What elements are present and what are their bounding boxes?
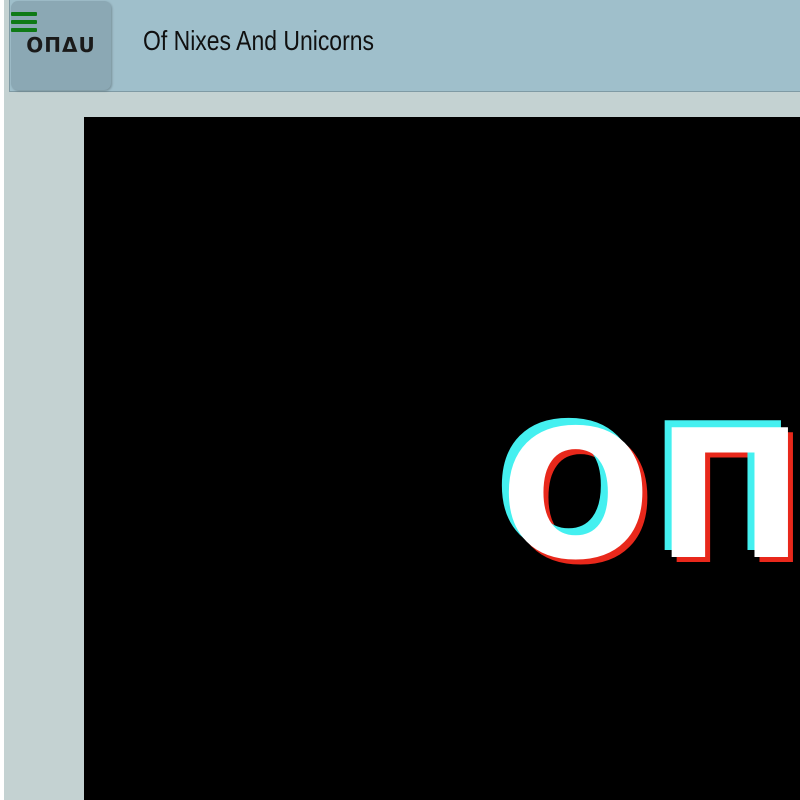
menu-bar-middle xyxy=(11,20,37,24)
page-left-edge xyxy=(0,0,4,800)
menu-bar-bottom xyxy=(11,28,37,32)
hero-logo-text: ΟΠΔU xyxy=(500,392,800,599)
hamburger-menu-icon[interactable] xyxy=(11,10,39,34)
site-title[interactable]: Of Nixes And Unicorns xyxy=(143,25,374,57)
site-header: ΟΠΔU Of Nixes And Unicorns xyxy=(9,0,800,92)
menu-bar-top xyxy=(11,12,37,16)
site-logo-text: ΟΠΔU xyxy=(26,33,96,57)
hero-banner: ΟΠΔU xyxy=(84,117,800,800)
